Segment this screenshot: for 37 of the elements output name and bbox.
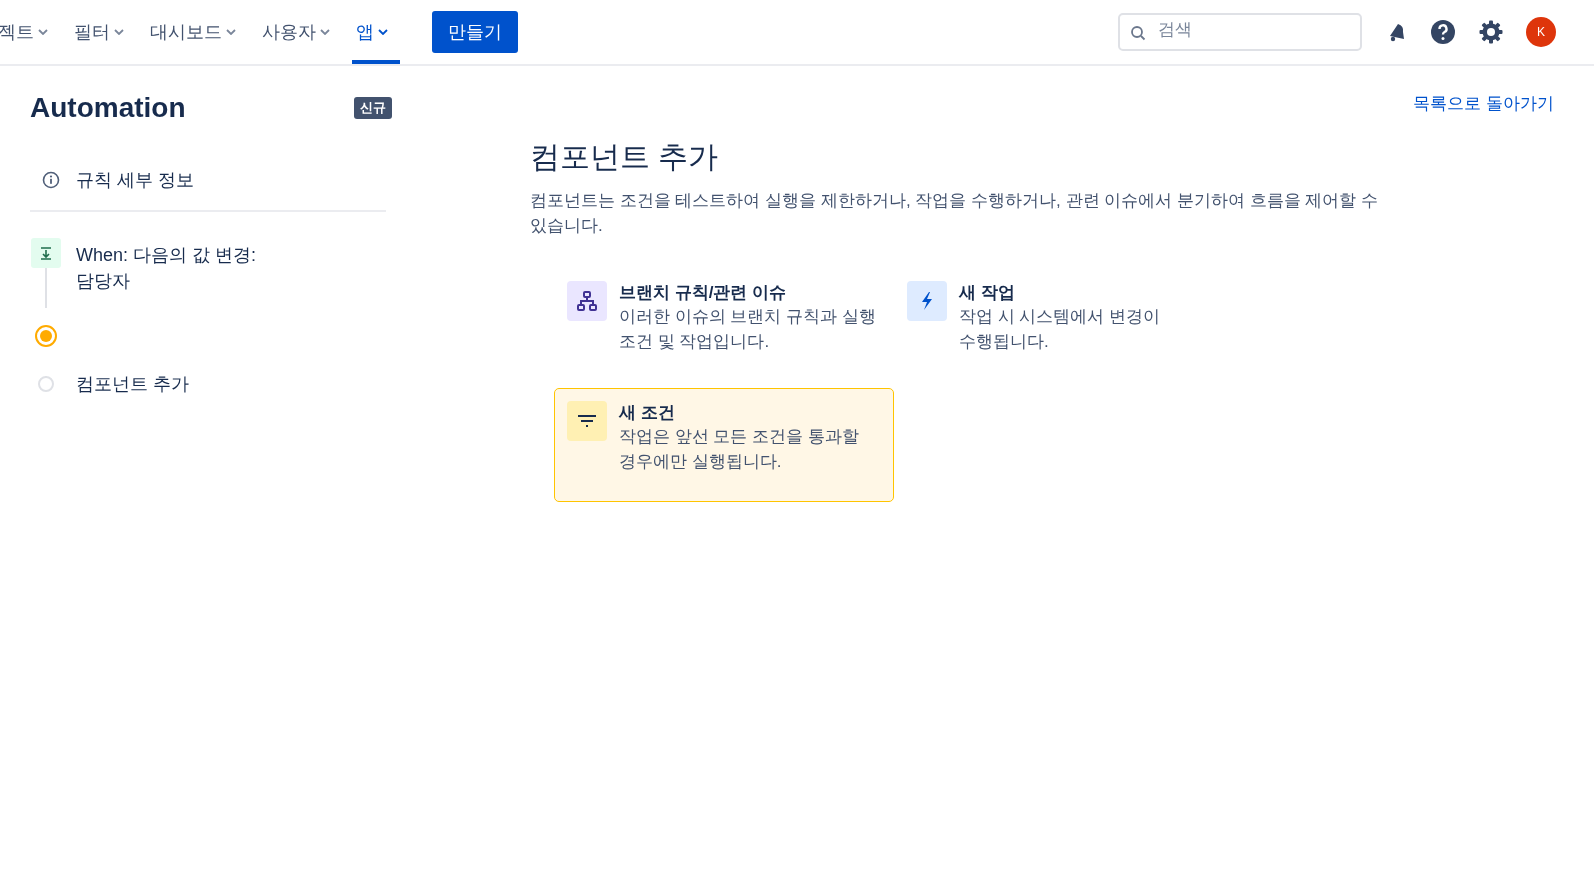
trigger-icon <box>31 238 61 268</box>
chevron-down-icon <box>378 29 388 35</box>
user-avatar[interactable]: K <box>1526 17 1556 47</box>
page-description: 컴포넌트는 조건을 테스트하여 실행을 제한하거나, 작업을 수행하거나, 관련 이슈에서 분기하여 흐름을 제어할 수 있습니다. <box>530 190 1380 237</box>
new-badge: 신규 <box>354 97 392 119</box>
chevron-down-icon <box>320 29 330 35</box>
chevron-down-icon <box>226 29 236 35</box>
chevron-down-icon <box>114 29 124 35</box>
option-title: 새 조건 <box>619 402 676 424</box>
rule-step-item[interactable]: When: 다음의 값 변경: 담당자 <box>76 238 296 294</box>
option-description: 이러한 이슈의 브랜치 규칙과 실행 조건 및 작업입니다. <box>619 306 877 353</box>
hierarchy-icon <box>575 289 599 313</box>
search-field[interactable]: 검색 <box>1118 13 1362 51</box>
nav-menu-item[interactable]: 필터 <box>74 0 136 64</box>
rule-step-item[interactable]: 컴포넌트 추가 <box>76 371 296 397</box>
settings-icon[interactable] <box>1478 19 1504 45</box>
component-option-card[interactable]: 새 조건 작업은 앞선 모든 조건을 통과할 경우에만 실행됩니다. <box>554 388 894 502</box>
option-title: 브랜치 규칙/관련 이슈 <box>619 282 788 304</box>
option-description: 작업 시 시스템에서 변경이 수행됩니다. <box>959 306 1162 353</box>
option-description: 작업은 앞선 모든 조건을 통과할 경우에만 실행됩니다. <box>619 426 860 473</box>
info-icon <box>42 171 60 189</box>
search-icon <box>1130 25 1146 41</box>
nav-menu-item[interactable]: 사용자 <box>262 0 342 64</box>
component-option-card[interactable]: 새 작업 작업 시 시스템에서 변경이 수행됩니다. <box>894 268 1234 382</box>
rule-details-item[interactable]: 규칙 세부 정보 <box>30 162 386 212</box>
pending-step-marker <box>38 376 54 392</box>
component-option-card[interactable]: 브랜치 규칙/관련 이슈 이러한 이슈의 브랜치 규칙과 실행 조건 및 작업입니다. <box>554 268 894 382</box>
page-heading: 컴포넌트 추가 <box>530 139 720 175</box>
option-title: 새 작업 <box>959 282 1016 304</box>
back-to-list-link[interactable]: 목록으로 돌아가기 <box>1413 92 1554 115</box>
help-icon[interactable] <box>1430 19 1456 45</box>
nav-menu-item[interactable]: 대시보드 <box>150 0 248 64</box>
create-button[interactable]: 만들기 <box>432 11 518 53</box>
current-step-marker <box>35 325 57 347</box>
sidebar-title: Automation <box>30 92 186 124</box>
chevron-down-icon <box>38 29 48 35</box>
nav-menu-item[interactable]: 앱 <box>352 0 400 64</box>
